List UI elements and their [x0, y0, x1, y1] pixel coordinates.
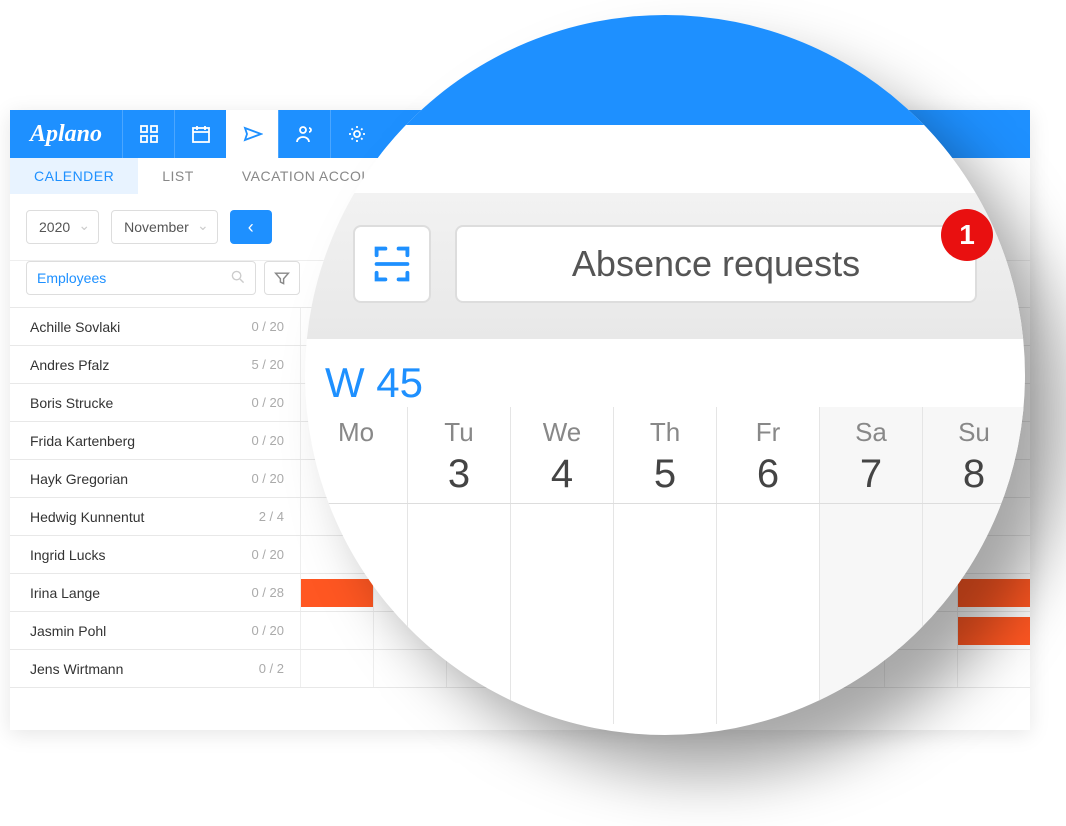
search-icon: [231, 270, 245, 287]
prev-button[interactable]: ‹: [230, 210, 272, 244]
gear-icon[interactable]: [330, 110, 382, 158]
zoom-toolbar: Absence requests 1: [305, 193, 1025, 339]
day-cell[interactable]: [510, 504, 613, 724]
tab-calendar[interactable]: CALENDER: [10, 158, 138, 194]
tab-list[interactable]: LIST: [138, 158, 218, 194]
zoom-topbar: [305, 15, 1025, 125]
absence-bar[interactable]: [301, 579, 373, 607]
day-column[interactable]: Tu3: [407, 407, 510, 503]
people-icon[interactable]: [278, 110, 330, 158]
search-placeholder: Employees: [37, 270, 106, 286]
day-column[interactable]: We4: [510, 407, 613, 503]
day-column[interactable]: Fr6: [716, 407, 819, 503]
search-input[interactable]: Employees: [26, 261, 256, 295]
year-select[interactable]: 2020: [26, 210, 99, 244]
calendar-icon[interactable]: [174, 110, 226, 158]
absence-requests-button[interactable]: Absence requests 1: [455, 225, 977, 303]
scan-button[interactable]: [353, 225, 431, 303]
notification-badge: 1: [941, 209, 993, 261]
absence-bar[interactable]: [958, 579, 1030, 607]
zoom-lens: Absence requests 1 W 45 Mo Tu3 We4 Th5 F…: [305, 15, 1025, 735]
day-column[interactable]: Sa7: [819, 407, 922, 503]
absence-bar[interactable]: [958, 617, 1030, 645]
app-logo: Aplano: [10, 121, 122, 148]
dashboard-icon[interactable]: [122, 110, 174, 158]
zoom-whitebar: [305, 125, 1025, 193]
week-label: W 45: [305, 339, 1025, 407]
month-select[interactable]: November: [111, 210, 218, 244]
day-cell[interactable]: [613, 504, 716, 724]
airplane-icon[interactable]: [226, 110, 278, 158]
day-column[interactable]: Th5: [613, 407, 716, 503]
day-cell[interactable]: [716, 504, 819, 724]
filter-button[interactable]: [264, 261, 300, 295]
week-header: Mo Tu3 We4 Th5 Fr6 Sa7 Su8: [305, 407, 1025, 504]
